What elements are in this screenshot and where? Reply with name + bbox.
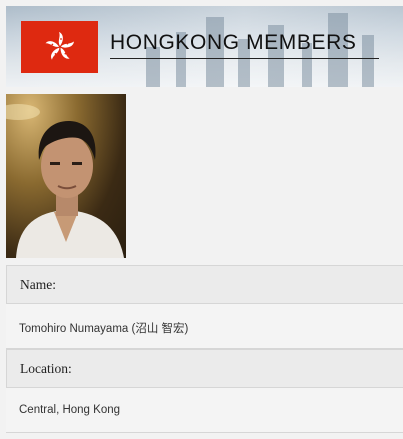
hong-kong-flag-icon <box>21 21 98 73</box>
member-portrait <box>6 94 126 258</box>
skyline-building <box>362 35 374 87</box>
name-label: Name: <box>6 265 403 304</box>
header-banner: HONGKONG MEMBERS <box>6 6 403 87</box>
page-title: HONGKONG MEMBERS <box>110 31 357 54</box>
name-value: Tomohiro Numayama (沼山 智宏) <box>6 304 403 349</box>
title-underline <box>110 58 379 59</box>
location-value: Central, Hong Kong <box>6 388 403 433</box>
portrait-illustration <box>6 104 124 258</box>
location-label: Location: <box>6 349 403 388</box>
bauhinia-icon <box>44 32 74 60</box>
